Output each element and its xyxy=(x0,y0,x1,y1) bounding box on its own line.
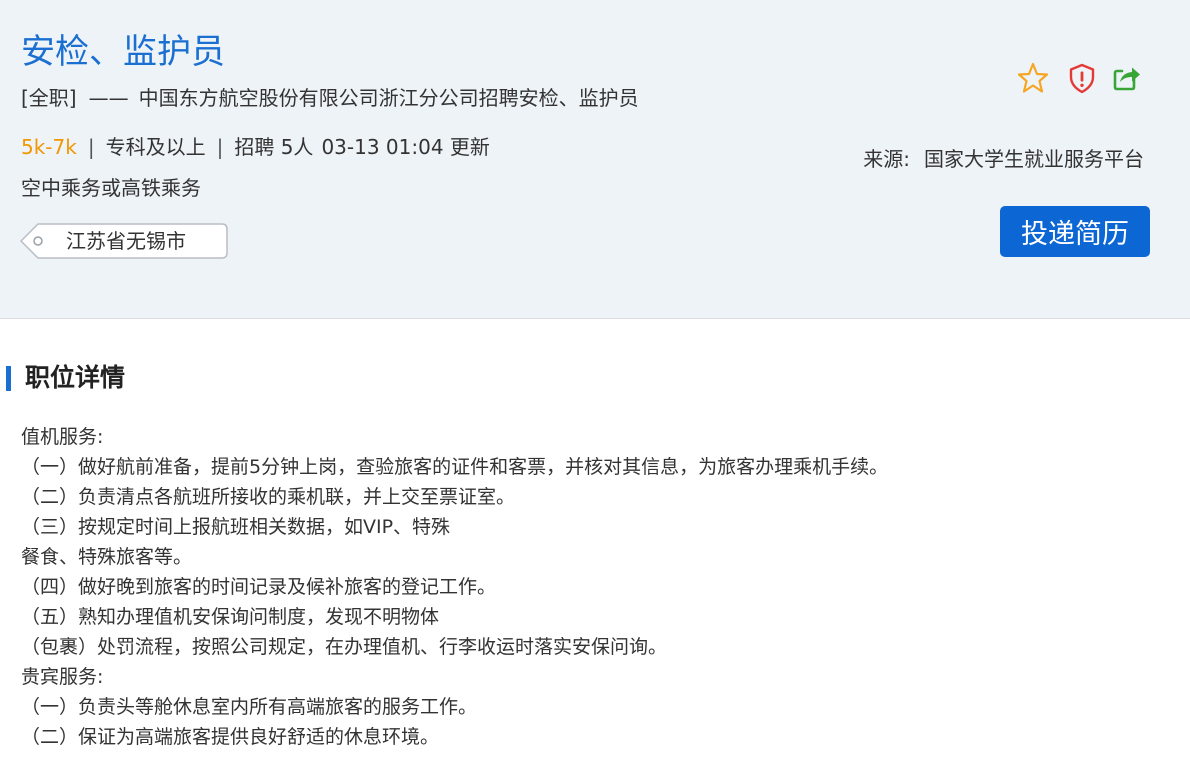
education: 专科及以上 xyxy=(105,135,206,159)
description-line: 值机服务: xyxy=(21,426,104,448)
meta-separator: | xyxy=(87,135,95,159)
subtitle-dash: —— xyxy=(88,86,129,110)
job-description: 值机服务: （一）做好航前准备，提前5分钟上岗，查验旅客的证件和客票，并核对其信… xyxy=(21,422,1171,752)
job-title: 安检、监护员 xyxy=(21,32,225,72)
share-icon[interactable] xyxy=(1110,61,1144,95)
description-line: （二）保证为高端旅客提供良好舒适的休息环境。 xyxy=(21,726,440,748)
job-subtitle: [全职] —— 中国东方航空股份有限公司浙江分公司招聘安检、监护员 xyxy=(21,84,639,112)
star-icon[interactable] xyxy=(1016,61,1050,95)
description-line: 贵宾服务: xyxy=(21,666,104,688)
description-line: （四）做好晚到旅客的时间记录及候补旅客的登记工作。 xyxy=(21,576,497,598)
description-line: （包裹）处罚流程，按照公司规定，在办理值机、行李收运时落实安保问询。 xyxy=(21,636,668,658)
description-line: （五）熟知办理值机安保询问制度，发现不明物体 xyxy=(21,606,440,628)
job-category: 空中乘务或高铁乘务 xyxy=(21,176,201,200)
location-tag: 江苏省无锡市 xyxy=(20,223,228,259)
apply-resume-button[interactable]: 投递简历 xyxy=(1000,206,1150,257)
job-header: 安检、监护员 [全职] —— 中国东方航空股份有限公司浙江分公司招聘安检、监护员 5… xyxy=(0,0,1190,319)
action-icons xyxy=(1016,61,1146,97)
salary: 5k-7k xyxy=(21,135,77,159)
headcount: 招聘 5人 xyxy=(234,135,314,159)
job-meta: 5k-7k | 专科及以上 | 招聘 5人 03-13 01:04 更新 xyxy=(21,133,490,161)
description-line: 餐食、特殊旅客等。 xyxy=(21,546,193,568)
section-title: 职位详情 xyxy=(25,363,126,392)
meta-separator: | xyxy=(216,135,224,159)
shield-alert-icon[interactable] xyxy=(1065,61,1099,95)
job-source: 来源: 国家大学生就业服务平台 xyxy=(863,145,1144,173)
source-value: 国家大学生就业服务平台 xyxy=(924,147,1144,171)
description-line: （二）负责清点各航班所接收的乘机联，并上交至票证室。 xyxy=(21,486,516,508)
description-line: （一）负责头等舱休息室内所有高端旅客的服务工作。 xyxy=(21,696,478,718)
description-line: （一）做好航前准备，提前5分钟上岗，查验旅客的证件和客票，并核对其信息，为旅客办… xyxy=(21,456,889,478)
update-time: 03-13 01:04 更新 xyxy=(321,135,490,159)
company-name: 中国东方航空股份有限公司浙江分公司招聘安检、监护员 xyxy=(138,86,639,110)
location-text: 江苏省无锡市 xyxy=(66,229,186,253)
source-label: 来源: xyxy=(863,147,910,171)
section-accent-bar xyxy=(6,366,11,391)
job-type: [全职] xyxy=(21,86,77,110)
description-line: （三）按规定时间上报航班相关数据，如VIP、特殊 xyxy=(21,516,451,538)
